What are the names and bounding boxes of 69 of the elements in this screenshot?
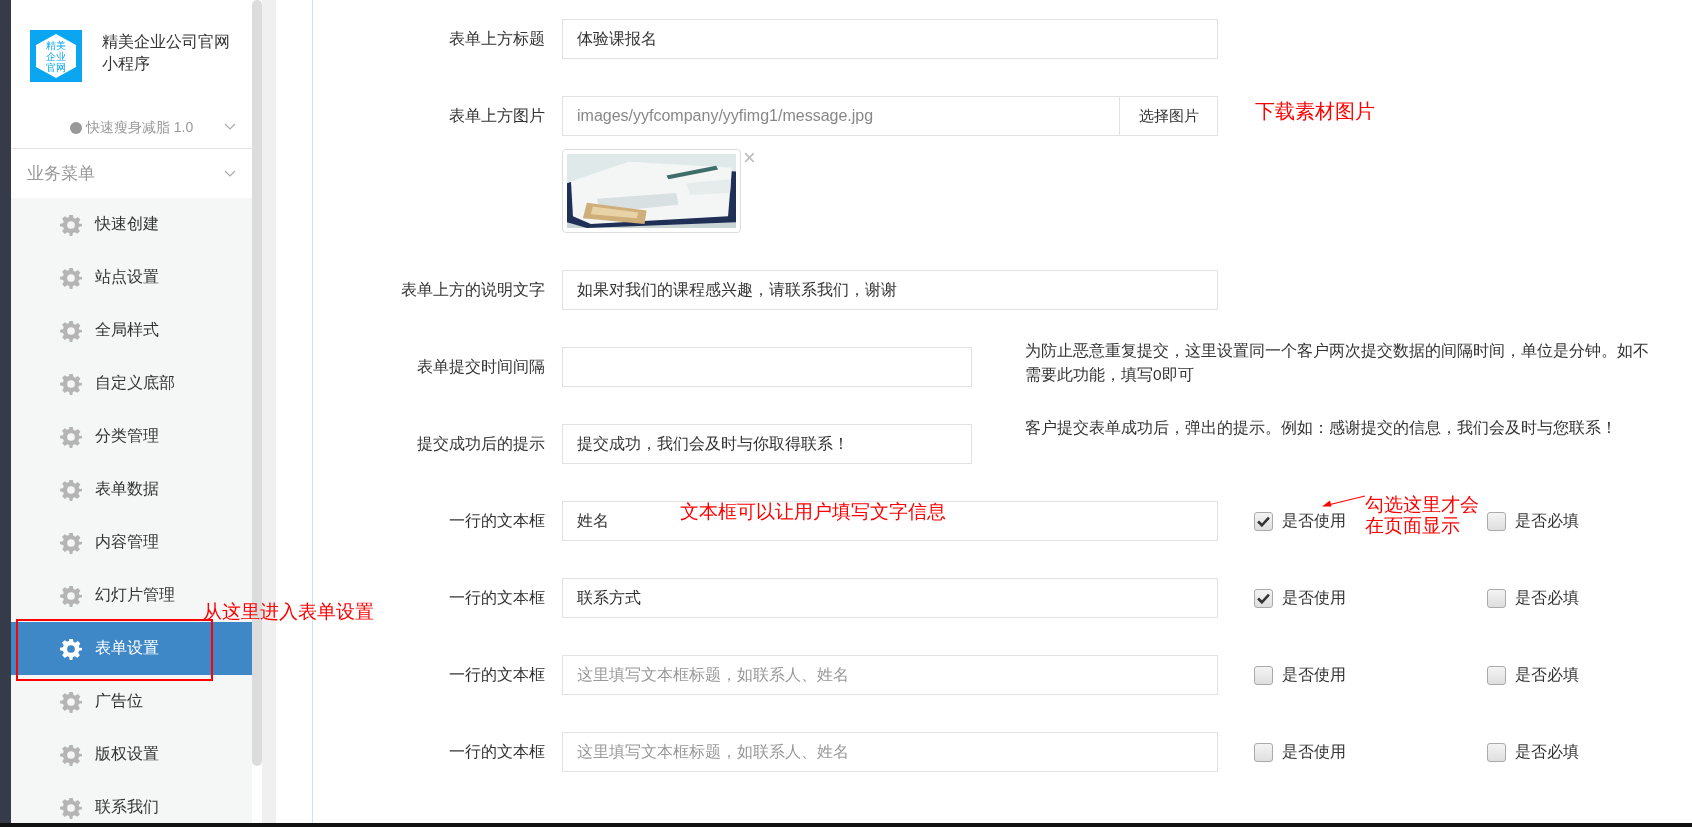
input-field[interactable]: 这里填写文本框标题，如联系人、姓名 (562, 655, 1218, 695)
sidebar-item[interactable]: 表单设置 (11, 622, 252, 675)
chevron-down-icon[interactable] (224, 123, 236, 131)
gear-icon (60, 531, 82, 554)
sidebar-item[interactable]: 全局样式 (95, 320, 159, 341)
sidebar-item[interactable]: 版权设置 (95, 744, 159, 765)
checkbox[interactable] (1487, 665, 1506, 685)
checkbox-label: 是否使用 (1282, 664, 1346, 685)
field-label: 表单提交时间间隔 (417, 357, 545, 377)
sidebar-item[interactable]: 内容管理 (95, 532, 159, 553)
field-label: 提交成功后的提示 (417, 434, 545, 454)
chevron-down-icon[interactable] (224, 169, 236, 178)
checkbox[interactable] (1254, 588, 1273, 608)
field-label: 表单上方图片 (449, 106, 545, 126)
field-label: 一行的文本框 (449, 511, 545, 531)
gear-icon (60, 372, 82, 395)
gear-icon (60, 637, 82, 660)
checkbox[interactable] (1254, 742, 1273, 762)
checkbox-label: 是否使用 (1282, 741, 1346, 762)
checkbox[interactable] (1487, 588, 1506, 608)
gear-icon (60, 690, 82, 713)
sidebar-item[interactable]: 分类管理 (95, 426, 159, 447)
gear-icon (60, 266, 82, 289)
gear-icon (60, 743, 82, 766)
field-label: 一行的文本框 (449, 742, 545, 762)
sidebar-item[interactable]: 联系我们 (95, 797, 159, 818)
gear-icon (60, 319, 82, 342)
hint-text: 为防止恶意重复提交，这里设置同一个客户两次提交数据的间隔时间，单位是分钟。如不需要此功能，填写0即可 (1025, 341, 1650, 385)
checkbox-label: 是否使用 (1282, 587, 1346, 608)
sidebar-item[interactable]: 快速创建 (95, 214, 159, 235)
input-field[interactable]: 体验课报名 (562, 19, 1218, 59)
annotation-arrow (1322, 495, 1366, 509)
checkbox-label: 是否必填 (1515, 741, 1579, 762)
gear-icon (60, 584, 82, 607)
annotation-text: 从这里进入表单设置 (203, 601, 374, 622)
input-field[interactable]: 提交成功，我们会及时与你取得联系！ (562, 424, 972, 464)
checkbox-label: 是否必填 (1515, 587, 1579, 608)
field-label: 一行的文本框 (449, 588, 545, 608)
gear-icon (60, 425, 82, 448)
sidebar-item[interactable]: 站点设置 (95, 267, 159, 288)
checkbox[interactable] (1254, 511, 1273, 531)
checkbox-label: 是否必填 (1515, 664, 1579, 685)
checkbox[interactable] (1487, 511, 1506, 531)
choose-image-button[interactable]: 选择图片 (1120, 96, 1218, 136)
annotation-text: 文本框可以让用户填写文字信息 (680, 501, 946, 522)
sidebar-item[interactable]: 幻灯片管理 (95, 585, 175, 606)
sidebar-item[interactable]: 广告位 (95, 691, 143, 712)
checkbox[interactable] (1487, 742, 1506, 762)
field-label: 表单上方标题 (449, 29, 545, 49)
sidebar-item[interactable]: 自定义底部 (95, 373, 175, 394)
input-field[interactable]: 如果对我们的课程感兴趣，请联系我们，谢谢 (562, 270, 1218, 310)
gear-icon (60, 796, 82, 819)
hint-text: 客户提交表单成功后，弹出的提示。例如：感谢提交的信息，我们会及时与您联系！ (1025, 418, 1618, 438)
input-field[interactable] (562, 347, 972, 387)
annotation-text: 勾选这里才会在页面显示 (1365, 494, 1480, 536)
input-field[interactable]: 联系方式 (562, 578, 1218, 618)
input-field[interactable]: images/yyfcompany/yyfimg1/message.jpg (562, 96, 1120, 136)
checkbox-label: 是否必填 (1515, 510, 1579, 531)
annotation-text: 下载素材图片 (1255, 101, 1375, 122)
sidebar-item[interactable]: 表单数据 (95, 479, 159, 500)
app-name: 精美企业公司官网小程序 (102, 32, 231, 74)
input-field[interactable]: 这里填写文本框标题，如联系人、姓名 (562, 732, 1218, 772)
gear-icon (60, 478, 82, 501)
logo-icon: 精美 企业 官网 (30, 30, 82, 82)
checkbox[interactable] (1254, 665, 1273, 685)
checkbox-label: 是否使用 (1282, 510, 1346, 531)
gear-icon (60, 213, 82, 236)
field-label: 一行的文本框 (449, 665, 545, 685)
field-label: 表单上方的说明文字 (401, 280, 545, 300)
